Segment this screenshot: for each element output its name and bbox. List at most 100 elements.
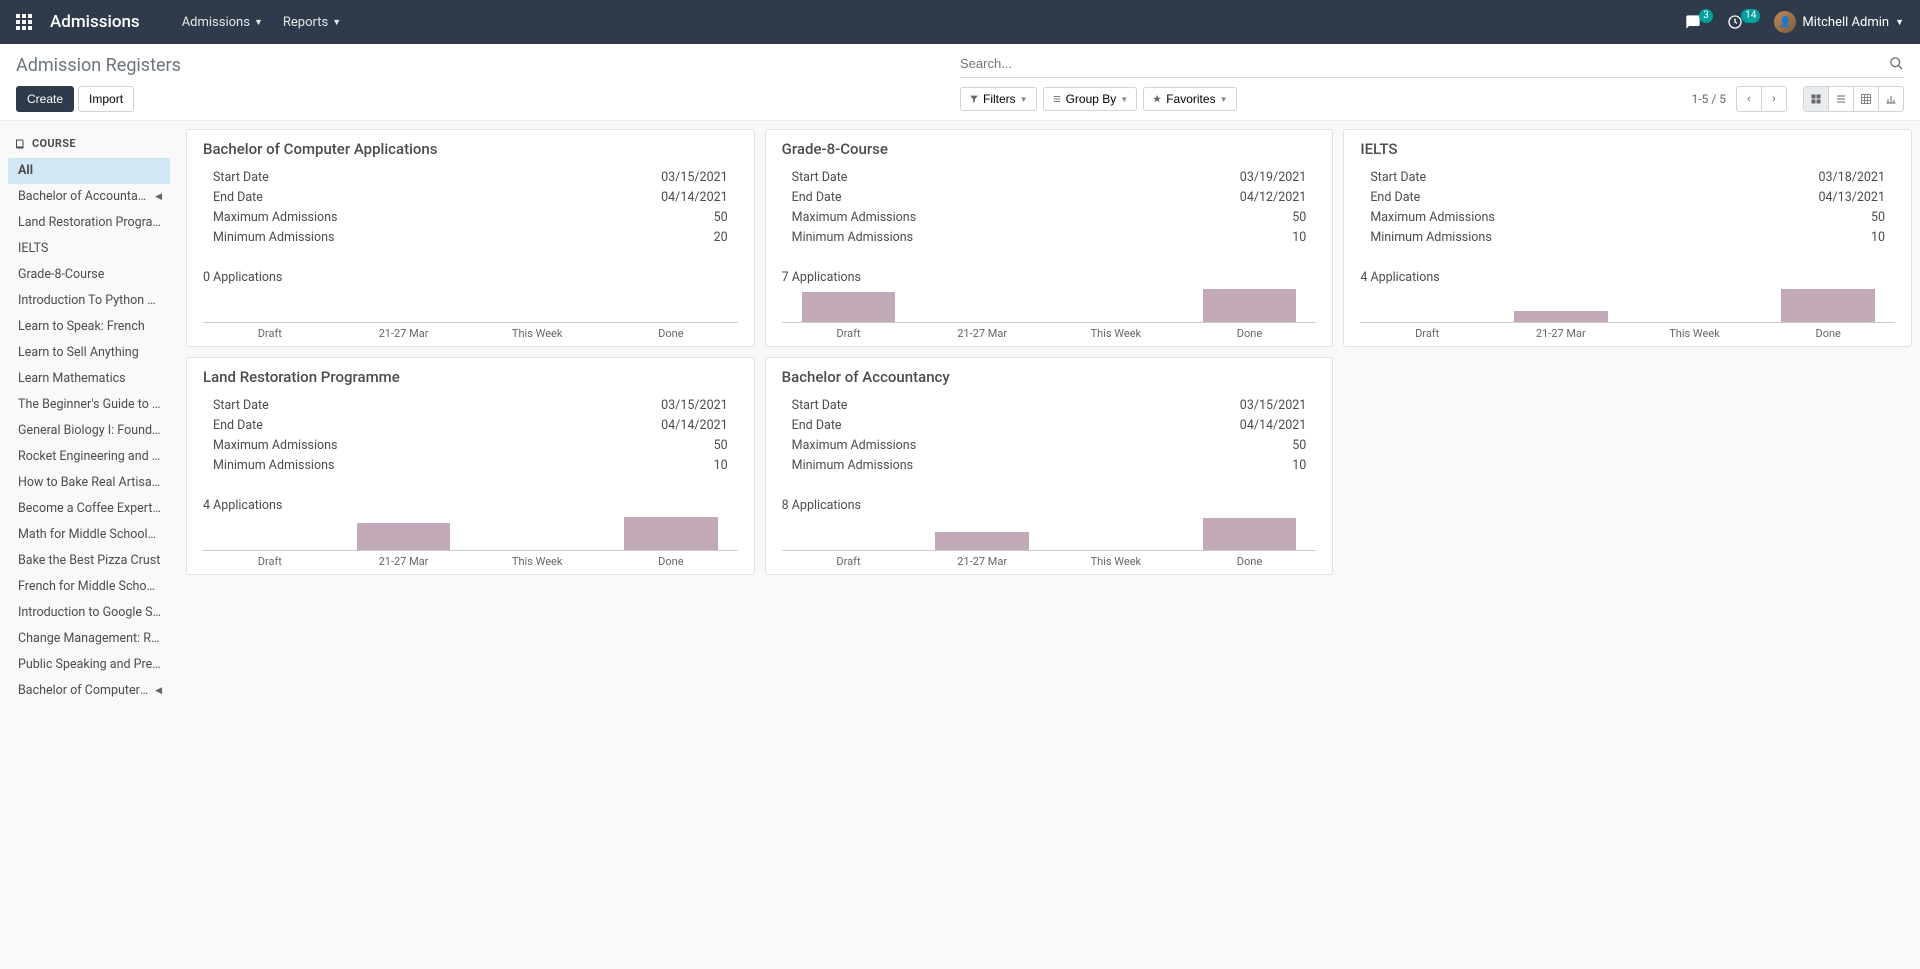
mini-bar-wrap: [1494, 289, 1628, 322]
field-value: 03/19/2021: [1240, 168, 1307, 188]
card-field-row: End Date04/12/2021: [792, 188, 1307, 208]
import-button[interactable]: Import: [78, 86, 134, 112]
field-value: 03/15/2021: [1240, 396, 1307, 416]
group-by-button[interactable]: Group By ▼: [1043, 87, 1138, 111]
view-kanban-button[interactable]: [1803, 86, 1829, 112]
card-body: Start Date 03/19/2021End Date04/12/2021Ma…: [782, 168, 1317, 248]
create-button[interactable]: Create: [16, 86, 74, 112]
sidebar-item[interactable]: The Beginner's Guide to Veg…: [8, 392, 170, 418]
sidebar-item[interactable]: Land Restoration Programme: [8, 210, 170, 236]
nav-menu-reports[interactable]: Reports ▼: [283, 15, 341, 30]
card-field-row: Start Date03/15/2021: [213, 168, 728, 188]
sidebar-header[interactable]: COURSE: [8, 133, 170, 154]
search-icon: [1889, 56, 1904, 71]
favorites-button[interactable]: Favorites ▼: [1143, 87, 1236, 111]
search-button[interactable]: [1889, 56, 1904, 71]
sidebar-item[interactable]: Math for Middle Schoolers: S…: [8, 522, 170, 548]
mini-bar-wrap: [470, 517, 604, 550]
sidebar-item[interactable]: Bake the Best Pizza Crust: [8, 548, 170, 574]
sidebar-item[interactable]: How to Bake Real Artisan Br…: [8, 470, 170, 496]
sidebar-item-label: Change Management: Real …: [18, 630, 162, 648]
field-label: End Date: [1370, 188, 1420, 208]
nav-menu-admissions[interactable]: Admissions ▼: [182, 15, 263, 30]
pager-text[interactable]: 1-5 / 5: [1692, 92, 1726, 106]
mini-bar-wrap: [203, 517, 337, 550]
sidebar-item-label: Learn to Sell Anything: [18, 344, 139, 362]
mini-xlabel: 21-27 Mar: [915, 323, 1049, 342]
sidebar-item-label: All: [18, 162, 33, 180]
messages-button[interactable]: 3: [1685, 14, 1713, 30]
kanban-card[interactable]: Grade-8-CourseStart Date03/19/2021End Da…: [765, 129, 1334, 347]
kanban-card[interactable]: Land Restoration ProgrammeStart Date03/1…: [186, 357, 755, 575]
nav-menu: Admissions ▼ Reports ▼: [182, 15, 341, 30]
field-label: End Date: [213, 188, 263, 208]
field-label: Start Date: [1370, 168, 1426, 188]
search-wrap: [960, 52, 1904, 78]
nav-menu-label: Reports: [283, 15, 328, 30]
card-field-row: End Date04/14/2021: [213, 416, 728, 436]
mini-bar: [357, 523, 451, 550]
field-label: Maximum Admissions: [792, 436, 917, 456]
chevron-left-icon: ◀: [155, 682, 162, 700]
applications-count: 4 Applications: [1360, 270, 1895, 285]
filters-button[interactable]: Filters ▼: [960, 87, 1037, 111]
mini-bar-wrap: [782, 517, 916, 550]
sidebar-item-label: French for Middle Schoolers: [18, 578, 162, 596]
brand-title[interactable]: Admissions: [50, 12, 140, 32]
sidebar-item[interactable]: Introduction to Google Sheets: [8, 600, 170, 626]
activities-button[interactable]: 14: [1727, 14, 1760, 30]
mini-xlabel: Done: [604, 323, 738, 342]
field-value: 10: [1292, 228, 1306, 248]
kanban-card[interactable]: Bachelor of AccountancyStart Date03/15/2…: [765, 357, 1334, 575]
sidebar-item[interactable]: Rocket Engineering and Inte…: [8, 444, 170, 470]
sidebar-item[interactable]: Learn Mathematics: [8, 366, 170, 392]
sidebar-item[interactable]: Introduction To Python Progr…: [8, 288, 170, 314]
field-label: Start Date: [792, 168, 848, 188]
kanban-card[interactable]: IELTSStart Date03/18/2021End Date04/13/2…: [1343, 129, 1912, 347]
mini-xlabel: 21-27 Mar: [915, 551, 1049, 570]
caret-down-icon: ▼: [1020, 95, 1028, 104]
search-input[interactable]: [960, 52, 1889, 75]
mini-xlabel: Draft: [782, 323, 916, 342]
sidebar-item[interactable]: Learn to Speak: French: [8, 314, 170, 340]
mini-xlabel: Draft: [782, 551, 916, 570]
view-pivot-button[interactable]: [1853, 86, 1879, 112]
sidebar-item[interactable]: IELTS: [8, 236, 170, 262]
sidebar-item-label: Bachelor of Computer Ap…: [18, 682, 151, 700]
sidebar-item-label: Math for Middle Schoolers: S…: [18, 526, 162, 544]
star-icon: [1152, 94, 1162, 104]
apps-icon[interactable]: [16, 14, 32, 30]
sidebar-item-label: General Biology I: Foundatio…: [18, 422, 162, 440]
user-menu[interactable]: 👤 Mitchell Admin ▼: [1774, 11, 1904, 33]
mini-bar-wrap: [1183, 517, 1317, 550]
card-body: Start Date03/18/2021End Date04/13/2021Ma…: [1360, 168, 1895, 248]
sidebar-item[interactable]: Learn to Sell Anything: [8, 340, 170, 366]
mini-bar: [802, 292, 896, 322]
field-label: Minimum Admissions: [792, 228, 913, 248]
sidebar-item[interactable]: Bachelor of Accountancy◀: [8, 184, 170, 210]
sidebar-item-label: Public Speaking and Present…: [18, 656, 162, 674]
mini-bar: [624, 517, 718, 550]
sidebar-item[interactable]: General Biology I: Foundatio…: [8, 418, 170, 444]
pager-next-button[interactable]: ›: [1761, 86, 1787, 112]
sidebar-item[interactable]: Change Management: Real …: [8, 626, 170, 652]
sidebar-item[interactable]: Bachelor of Computer Ap…◀: [8, 678, 170, 704]
field-label: End Date: [213, 416, 263, 436]
view-list-button[interactable]: [1828, 86, 1854, 112]
main: COURSE All Bachelor of Accountancy◀ Land R…: [0, 121, 1920, 716]
sidebar-item[interactable]: Public Speaking and Present…: [8, 652, 170, 678]
sidebar-item[interactable]: All: [8, 158, 170, 184]
pager-prev-button[interactable]: ‹: [1736, 86, 1762, 112]
card-body: Start Date03/15/2021End Date04/14/2021Ma…: [782, 396, 1317, 476]
mini-bar-wrap: [337, 517, 471, 550]
sidebar-item[interactable]: French for Middle Schoolers: [8, 574, 170, 600]
sidebar-item-label: IELTS: [18, 240, 48, 258]
card-field-row: Start Date03/15/2021: [213, 396, 728, 416]
sidebar-item-label: Land Restoration Programme: [18, 214, 162, 232]
kanban-card[interactable]: Bachelor of Computer ApplicationsStart D…: [186, 129, 755, 347]
sidebar-item[interactable]: Grade-8-Course: [8, 262, 170, 288]
sidebar-item-label: Bake the Best Pizza Crust: [18, 552, 160, 570]
sidebar-item[interactable]: Become a Coffee Expert: Ho…: [8, 496, 170, 522]
view-graph-button[interactable]: [1878, 86, 1904, 112]
card-field-row: Maximum Admissions50: [792, 208, 1307, 228]
